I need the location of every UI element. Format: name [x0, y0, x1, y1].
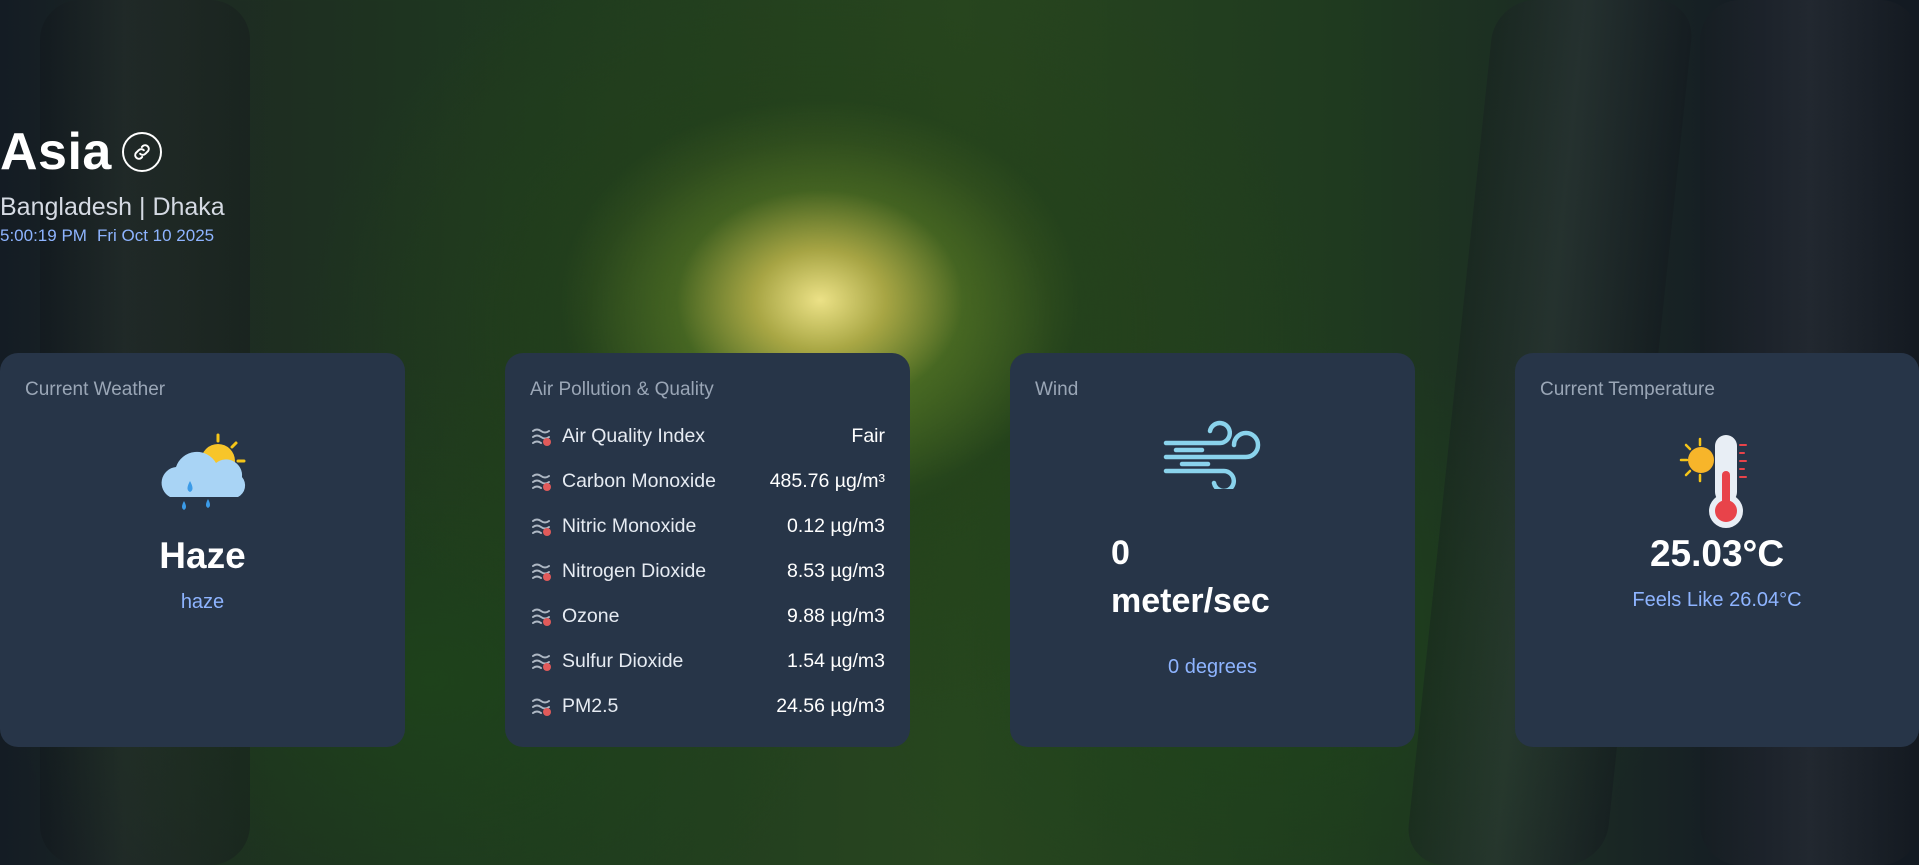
air-quality-row: Ozone 9.88 µg/m3	[530, 594, 885, 639]
share-link-button[interactable]	[121, 132, 162, 172]
air-quality-list: Air Quality Index Fair Carbon Monoxide 485.…	[530, 414, 885, 729]
location-header: Asia Bangladesh | Dhaka 5:00:19 PM Fri O…	[0, 122, 225, 246]
link-icon	[134, 144, 150, 160]
wind-direction: 0 degrees	[1168, 656, 1257, 678]
air-quality-row: Nitric Monoxide 0.12 µg/m3	[530, 504, 885, 549]
wind-speed-value: 0	[1111, 534, 1130, 572]
card-title: Air Pollution & Quality	[530, 379, 714, 400]
air-quality-card: Air Pollution & Quality Air Quality Inde…	[505, 353, 910, 747]
air-quality-row: Nitrogen Dioxide 8.53 µg/m3	[530, 549, 885, 594]
pollutant-name: Air Quality Index	[562, 425, 706, 447]
weather-body: Haze haze	[25, 429, 380, 614]
wind-body: 0 meter/sec 0 degrees	[1035, 401, 1390, 741]
pollutant-name: Carbon Monoxide	[562, 470, 716, 492]
pollutant-value: 485.76 µg/m³	[769, 470, 885, 492]
smoke-icon	[530, 651, 554, 673]
wind-icon	[1163, 420, 1261, 489]
pollutant-value: 1.54 µg/m3	[787, 650, 885, 672]
smoke-icon	[530, 606, 554, 628]
pollutant-value: 0.12 µg/m3	[787, 515, 885, 537]
pollutant-name: Ozone	[562, 605, 620, 627]
smoke-icon	[530, 561, 554, 583]
current-weather-card: Current Weather Haze haze	[0, 353, 405, 747]
air-quality-row: Air Quality Index Fair	[530, 414, 885, 459]
pollutant-value: 24.56 µg/m3	[776, 695, 885, 717]
weather-condition: Haze	[159, 535, 246, 576]
air-quality-row: Carbon Monoxide 485.76 µg/m³	[530, 459, 885, 504]
pollutant-value: 9.88 µg/m3	[787, 605, 885, 627]
smoke-icon	[530, 516, 554, 538]
air-quality-row: PM2.5 24.56 µg/m3	[530, 684, 885, 729]
pollutant-value: Fair	[851, 425, 885, 447]
pollutant-name: PM2.5	[562, 695, 619, 717]
card-title: Wind	[1035, 379, 1079, 400]
cloud-sun-rain-icon	[161, 433, 245, 510]
current-date: Fri Oct 10 2025	[96, 226, 215, 245]
feels-like-temperature: Feels Like 26.04°C	[1632, 589, 1802, 611]
pollutant-name: Nitric Monoxide	[562, 515, 697, 537]
wind-card: Wind 0 meter/sec 0 degrees	[1010, 353, 1415, 747]
smoke-icon	[530, 696, 554, 718]
pollutant-name: Nitrogen Dioxide	[562, 560, 707, 582]
wind-speed-unit: meter/sec	[1111, 582, 1270, 620]
temperature-body: 25.03°C Feels Like 26.04°C	[1540, 431, 1894, 612]
thermometer-sun-icon	[1679, 435, 1747, 528]
current-time: 5:00:19 PM	[0, 226, 87, 245]
card-title: Current Temperature	[1540, 379, 1715, 400]
weather-description: haze	[180, 591, 225, 613]
pollutant-value: 8.53 µg/m3	[787, 560, 885, 582]
title-row: Asia	[0, 122, 225, 182]
pollutant-name: Sulfur Dioxide	[562, 650, 684, 672]
temperature-card: Current Temperature 25.03°C Feels Like 2…	[1515, 353, 1919, 747]
card-title: Current Weather	[25, 379, 166, 400]
temperature-value: 25.03°C	[1649, 533, 1785, 574]
smoke-icon	[530, 426, 554, 448]
air-quality-row: Sulfur Dioxide 1.54 µg/m3	[530, 639, 885, 684]
datetime: 5:00:19 PM Fri Oct 10 2025	[0, 226, 225, 246]
smoke-icon	[530, 471, 554, 493]
country-city-label: Bangladesh | Dhaka	[0, 193, 225, 221]
region-title: Asia	[0, 123, 112, 181]
